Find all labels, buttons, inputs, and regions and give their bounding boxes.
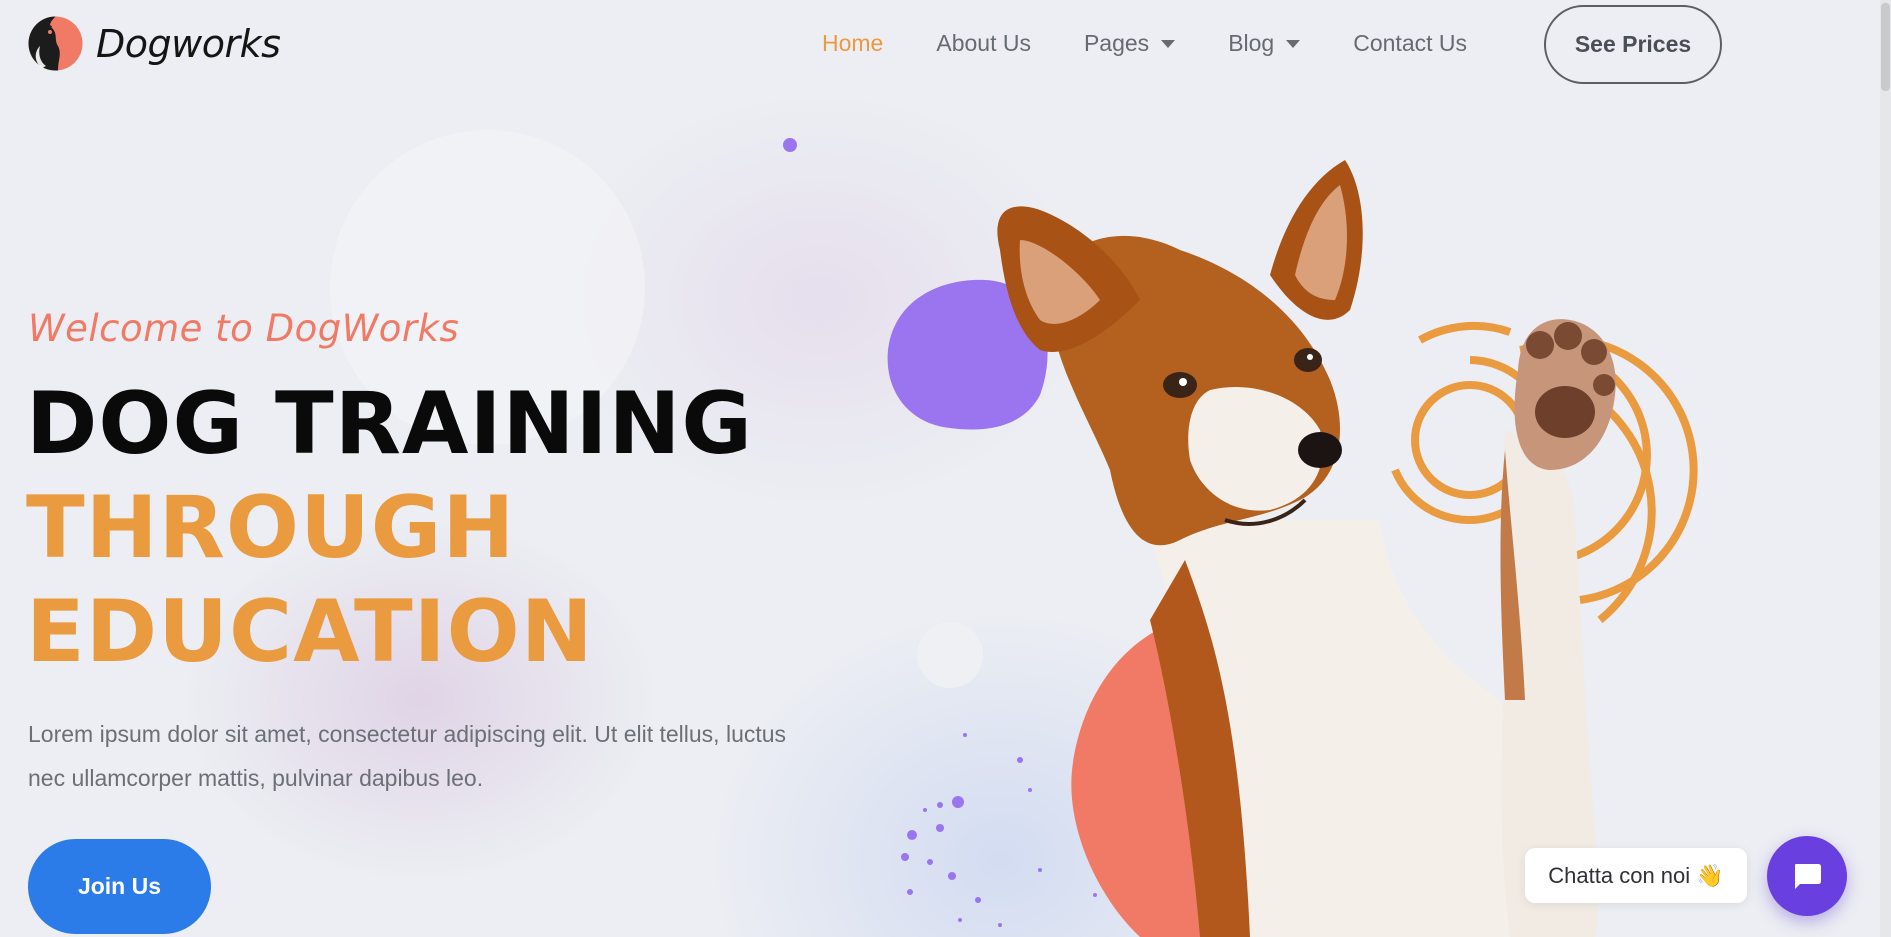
- chat-greeting-bubble[interactable]: Chatta con noi 👋: [1525, 848, 1747, 903]
- dog-image: [997, 160, 1616, 937]
- nav-item-label: Pages: [1083, 30, 1150, 56]
- decor-coral-blob: [1071, 612, 1320, 937]
- page-scrollbar[interactable]: [1880, 0, 1891, 937]
- decor-light-circle: [917, 622, 983, 688]
- hero-paragraph: Lorem ipsum dolor sit amet, consectetur …: [28, 721, 787, 791]
- chat-greeting-text: Chatta con noi 👋: [1548, 862, 1724, 888]
- decor-purple-dot: [783, 138, 797, 152]
- decor-purple-splatter: [901, 733, 1097, 927]
- nav-item-contact-us[interactable]: Contact Us: [1353, 30, 1467, 57]
- welcome-text: Welcome to DogWorks: [28, 307, 460, 350]
- logo[interactable]: Dogworks: [28, 16, 281, 71]
- caret-down-icon: [1286, 39, 1301, 48]
- nav-item-blog[interactable]: Blog: [1228, 30, 1301, 57]
- hero-headline: DOG TRAINING THROUGH EDUCATION: [26, 372, 753, 684]
- nav-item-label: Blog: [1228, 30, 1275, 56]
- headline-line-2: THROUGH: [26, 478, 516, 578]
- scrollbar-thumb[interactable]: [1881, 3, 1890, 91]
- nav-item-pages[interactable]: Pages: [1083, 30, 1176, 57]
- brand-name: Dogworks: [96, 21, 281, 66]
- nav-item-home[interactable]: Home: [822, 30, 883, 57]
- join-us-button[interactable]: Join Us: [28, 839, 211, 934]
- nav-item-about-us[interactable]: About Us: [936, 30, 1031, 57]
- nav-item-label: Home: [822, 30, 884, 56]
- decor-orange-rings: [1391, 321, 1698, 624]
- site-header: Dogworks Home About Us Pages Blog Contac…: [0, 0, 1880, 90]
- dog-logo-icon: [28, 16, 83, 71]
- headline-line-1: DOG TRAINING: [26, 374, 754, 474]
- caret-down-icon: [1161, 39, 1176, 48]
- headline-line-3: EDUCATION: [26, 582, 594, 682]
- main-nav: Home About Us Pages Blog Contact Us: [822, 30, 1520, 57]
- chat-launcher-button[interactable]: [1767, 836, 1847, 916]
- chat-icon: [1795, 864, 1821, 889]
- decor-purple-blob: [887, 279, 1048, 430]
- see-prices-button[interactable]: See Prices: [1544, 5, 1722, 84]
- nav-item-label: Contact Us: [1353, 30, 1467, 56]
- nav-item-label: About Us: [936, 30, 1031, 56]
